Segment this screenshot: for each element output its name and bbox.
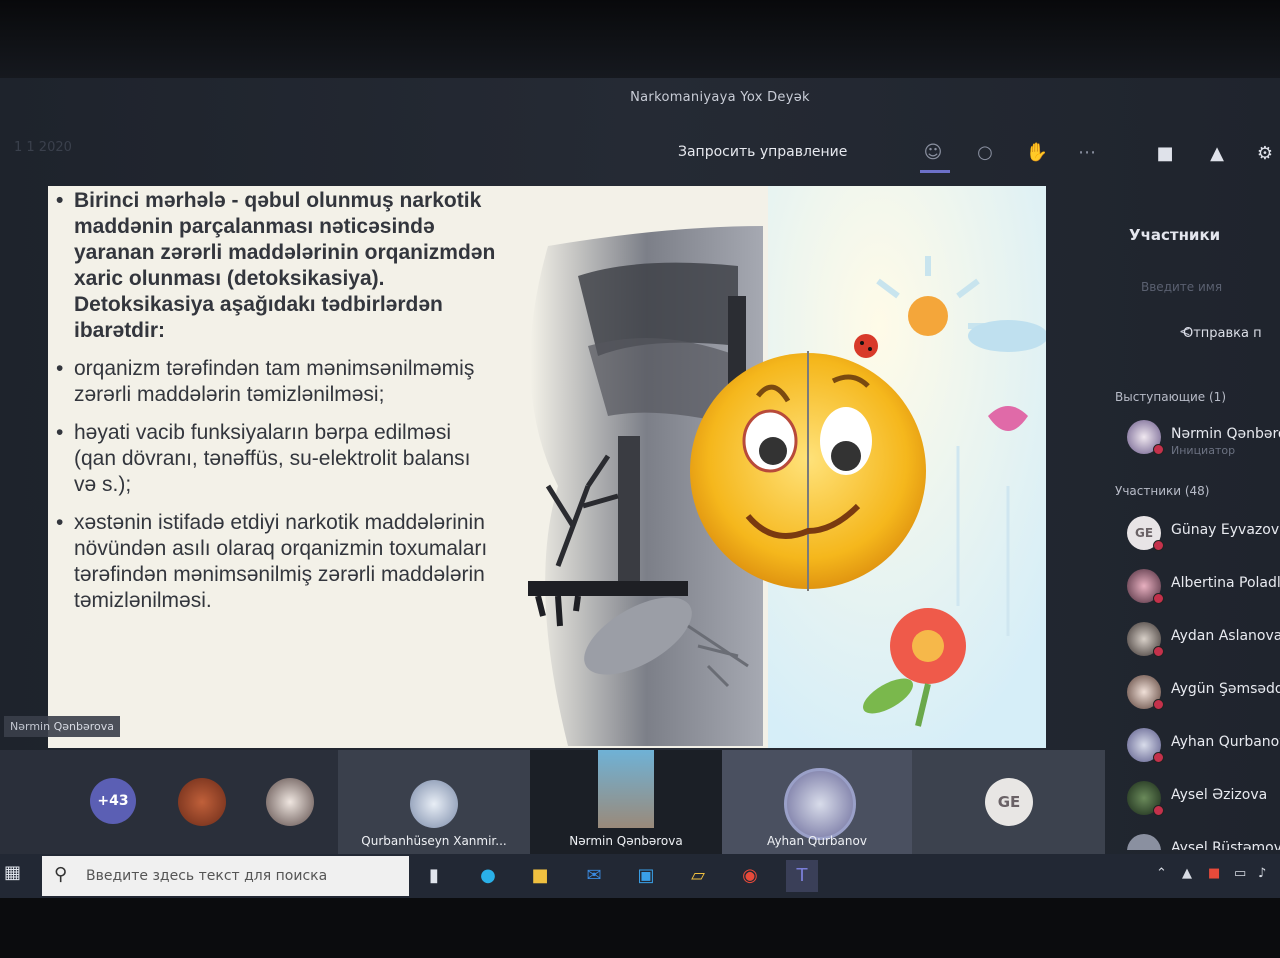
participants-active-indicator [920, 170, 950, 173]
video-tile-ayhan[interactable]: Ayhan Qurbanov [722, 750, 912, 854]
chat-icon[interactable]: ○ [972, 140, 998, 166]
participant-avatar [410, 780, 458, 828]
edge-browser-icon[interactable]: ● [472, 860, 504, 892]
participant-name: Aygün Şəmsəddi [1171, 681, 1280, 697]
more-participants-badge[interactable]: +43 [90, 778, 136, 824]
status-indicator [1153, 444, 1164, 455]
status-indicator [1153, 646, 1164, 657]
tile-name: Ayhan Qurbanov [767, 834, 867, 848]
status-indicator [1153, 752, 1164, 763]
participants-icon[interactable]: ☺ [920, 140, 946, 166]
panel-title: Участники [1129, 226, 1221, 244]
windows-start-icon[interactable]: ▦ [4, 862, 28, 886]
tile-name: Nərmin Qənbərova [569, 834, 683, 848]
reactions-icon[interactable]: ✋ [1024, 140, 1050, 166]
initials-avatar: GE [985, 778, 1033, 826]
search-icon: ⚲ [54, 864, 68, 885]
status-indicator [1153, 699, 1164, 710]
meeting-title: Narkomaniyaya Yox Deyək [630, 90, 810, 105]
participants-panel: Участники Введите имя < Отправка п Высту… [1105, 200, 1280, 850]
mic-off-icon[interactable]: ▲ [1202, 140, 1232, 168]
participant-role: Инициатор [1171, 444, 1236, 457]
slide-bullet-4: xəstənin istifadə etdiyi narkotik maddəl… [56, 510, 496, 614]
participant-avatar[interactable] [266, 778, 314, 826]
volume-icon[interactable]: ♪ [1258, 866, 1266, 881]
participant-row[interactable]: Aysel Əzizova [1125, 779, 1280, 819]
participant-row-presenter[interactable]: Nərmin Qənbərova Инициатор [1125, 418, 1280, 458]
participant-name: Nərmin Qənbərova [1171, 426, 1280, 442]
antivirus-icon[interactable]: ■ [1208, 866, 1220, 881]
store-icon[interactable]: ▱ [682, 860, 714, 892]
status-indicator [1153, 540, 1164, 551]
slide-bullet-1: Birinci mərhələ - qəbul olunmuş narkotik… [56, 188, 496, 344]
tray-chevron-icon[interactable]: ⌃ [1156, 866, 1167, 881]
status-indicator [1153, 805, 1164, 816]
monitor-bezel-top [0, 0, 1280, 78]
file-explorer-icon[interactable]: ■ [524, 860, 556, 892]
participant-row[interactable]: Albertina Poladli [1125, 567, 1280, 607]
chrome-icon[interactable]: ◉ [734, 860, 766, 892]
more-options-icon[interactable]: ⋯ [1074, 140, 1100, 166]
shared-slide: Birinci mərhələ - qəbul olunmuş narkotik… [48, 186, 1046, 748]
video-tile-narmin[interactable]: Nərmin Qənbərova [530, 750, 722, 854]
share-invite-button[interactable]: Отправка п [1183, 326, 1262, 341]
device-settings-icon[interactable]: ⚙ [1250, 140, 1280, 168]
participant-avatar [784, 768, 856, 840]
windows-taskbar: ▦ ⚲ Введите здесь текст для поиска ▮ ● ■… [0, 854, 1280, 898]
participant-row[interactable]: Ayhan Qurbanov [1125, 726, 1280, 766]
participant-name: Albertina Poladli [1171, 575, 1280, 591]
tile-name: Qurbanhüseyn Xanmir... [361, 834, 507, 848]
participant-name: Günay Eyvazova [1171, 522, 1280, 538]
teams-icon[interactable]: T [786, 860, 818, 892]
battery-icon[interactable]: ▭ [1234, 866, 1246, 881]
participant-row[interactable]: Aysel Rüstəmova [1125, 832, 1280, 850]
attendees-section-header[interactable]: Участники (48) [1115, 484, 1209, 498]
participant-row[interactable]: Aydan Aslanova [1125, 620, 1280, 660]
network-icon[interactable]: ▲ [1182, 866, 1192, 881]
video-tile-ge[interactable]: GE [912, 750, 1105, 854]
avatar [1127, 834, 1161, 850]
participant-row[interactable]: GE Günay Eyvazova [1125, 514, 1280, 554]
slide-bullet-3: həyati vacib funksiyaların bərpa edilməs… [56, 420, 496, 498]
meeting-date: 1 1 2020 [14, 140, 72, 155]
presenter-name-tag: Nərmin Qənbərova [4, 716, 120, 737]
participant-name: Aysel Əzizova [1171, 787, 1268, 803]
slide-text: Birinci mərhələ - qəbul olunmuş narkotik… [56, 188, 496, 626]
mail-icon[interactable]: ✉ [578, 860, 610, 892]
status-indicator [1153, 593, 1164, 604]
participant-avatar[interactable] [178, 778, 226, 826]
monitor-bezel-bottom [0, 898, 1280, 958]
participant-video [598, 750, 654, 828]
video-app-icon[interactable]: ▣ [630, 860, 662, 892]
presenters-section-header[interactable]: Выступающие (1) [1115, 390, 1226, 404]
task-view-icon[interactable]: ▮ [418, 860, 450, 892]
video-gallery-strip: +43 Qurbanhüseyn Xanmir... Nərmin Qənbər… [0, 750, 1105, 854]
participant-search-input[interactable]: Введите имя [1141, 280, 1222, 294]
small-avatars-tile: +43 [0, 750, 338, 854]
participant-name: Aysel Rüstəmova [1171, 840, 1280, 850]
taskbar-search-placeholder: Введите здесь текст для поиска [86, 868, 328, 884]
participant-name: Ayhan Qurbanov [1171, 734, 1280, 750]
request-control-button[interactable]: Запросить управление [668, 140, 857, 164]
slide-illustration [528, 186, 1046, 748]
taskbar-search-box[interactable]: ⚲ Введите здесь текст для поиска [42, 856, 409, 896]
video-tile-qurbanhuseyn[interactable]: Qurbanhüseyn Xanmir... [338, 750, 530, 854]
slide-bullet-2: orqanizm tərəfindən tam mənimsənilməmiş … [56, 356, 496, 408]
participant-name: Aydan Aslanova [1171, 628, 1280, 644]
camera-off-icon[interactable]: ■ [1150, 140, 1180, 168]
participant-row[interactable]: Aygün Şəmsəddi [1125, 673, 1280, 713]
